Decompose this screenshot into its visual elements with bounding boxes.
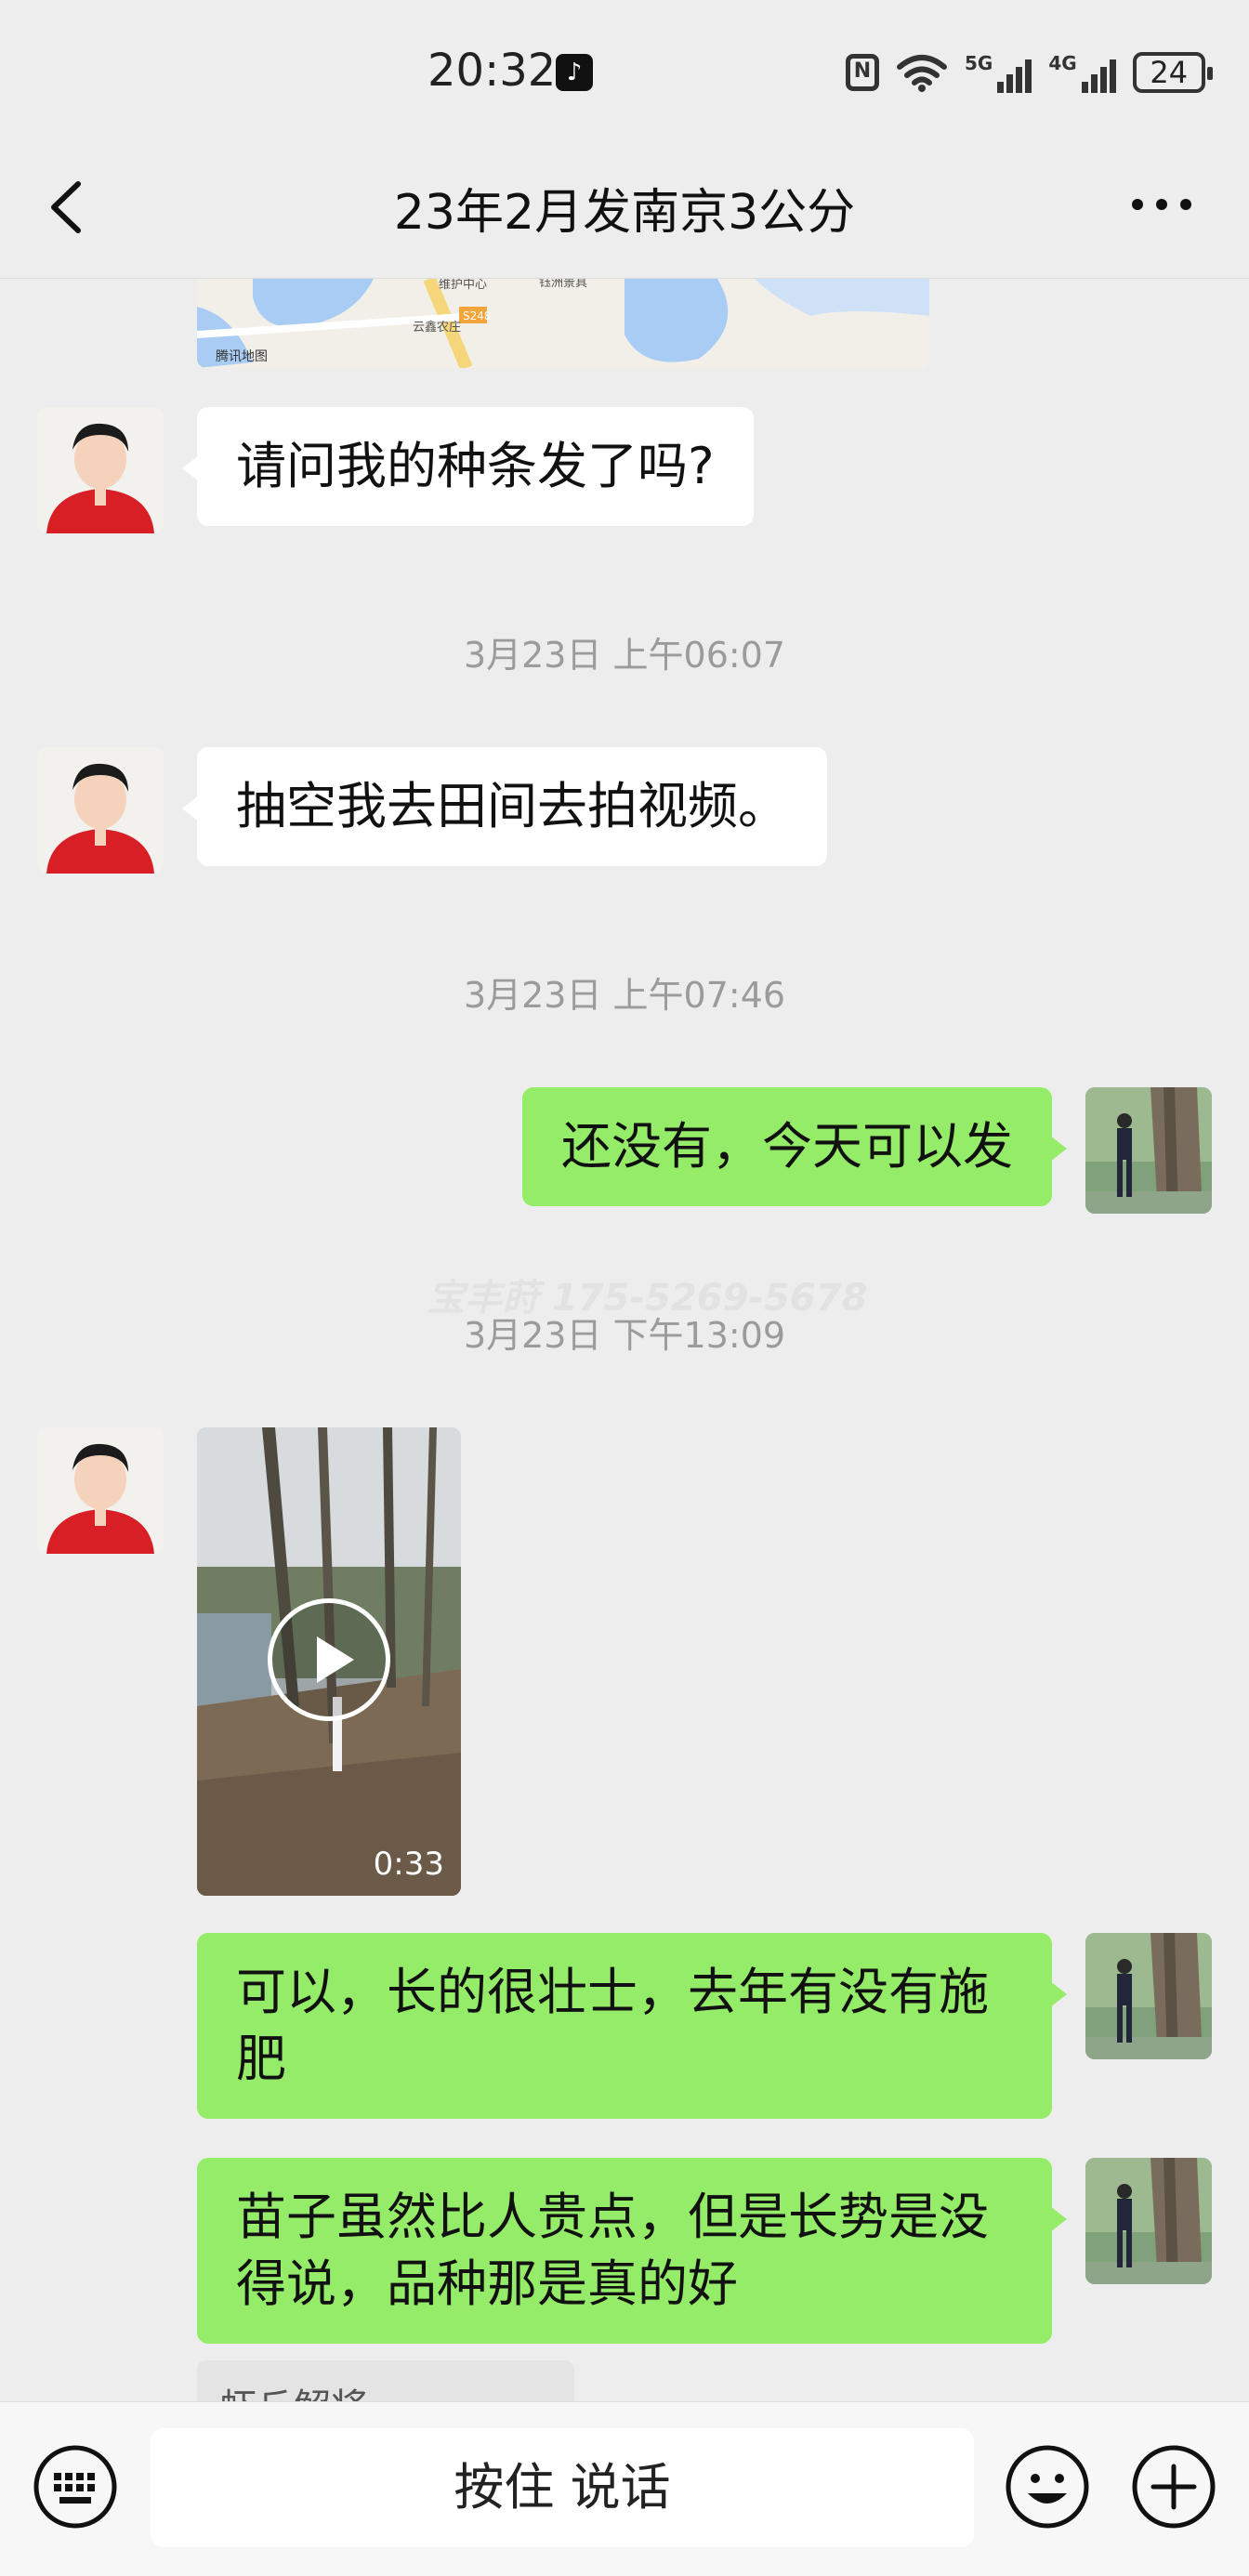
- avatar-contact[interactable]: [37, 1427, 164, 1554]
- avatar-self[interactable]: [1085, 1933, 1212, 2059]
- map-label-center: 维护中心: [439, 279, 487, 292]
- play-icon[interactable]: [268, 1598, 390, 1721]
- timestamp: 3月23日 下午13:09: [463, 1315, 786, 1356]
- status-bar: 20:32 ♪ N 5G 4G 24: [0, 0, 1249, 139]
- emoji-icon[interactable]: [1004, 2443, 1091, 2530]
- wifi-icon: [897, 55, 947, 92]
- avatar-contact[interactable]: [37, 407, 164, 533]
- map-label-scenic: 钰洲景具: [539, 279, 587, 290]
- message-bubble-outgoing[interactable]: 苗子虽然比人贵点，但是长势是没得说，品种那是真的好: [197, 2158, 1067, 2344]
- system-icons: N 5G 4G 24: [846, 52, 1213, 93]
- map-credit: 腾讯地图: [216, 348, 268, 364]
- video-duration: 0:33: [373, 1846, 444, 1883]
- keyboard-icon[interactable]: [32, 2443, 119, 2530]
- avatar-self[interactable]: [1085, 1087, 1212, 1214]
- map-road-label: S248: [463, 309, 492, 322]
- battery-icon: 24: [1132, 52, 1213, 93]
- timestamp: 3月23日 上午07:46: [463, 975, 786, 1016]
- message-bubble-incoming[interactable]: 抽空我去田间去拍视频。: [182, 747, 827, 866]
- message-bubble-incoming[interactable]: 请问我的种条发了吗?: [182, 407, 754, 526]
- plus-icon[interactable]: [1130, 2443, 1217, 2530]
- input-bar: 按住 说话: [0, 2401, 1249, 2576]
- status-time: 20:32: [427, 45, 557, 97]
- message-bubble-outgoing[interactable]: 还没有，今天可以发: [522, 1087, 1067, 1206]
- tiktok-icon: ♪: [556, 54, 593, 91]
- video-message[interactable]: 0:33: [197, 1427, 461, 1896]
- avatar-self[interactable]: [1085, 2158, 1212, 2284]
- chat-header: 23年2月发南京3公分: [0, 139, 1249, 279]
- nfc-icon: N: [846, 54, 879, 91]
- signal-4g-icon: 4G: [1048, 52, 1116, 93]
- hold-to-talk-button[interactable]: 按住 说话: [151, 2428, 974, 2547]
- signal-5g-icon: 5G: [965, 52, 1032, 93]
- timestamp: 3月23日 上午06:07: [463, 635, 786, 676]
- avatar-contact[interactable]: [37, 747, 164, 874]
- message-bubble-outgoing[interactable]: 可以，长的很壮士，去年有没有施肥: [197, 1933, 1067, 2119]
- location-map-card[interactable]: S248 维护中心 钰洲景具 云鑫农庄 腾讯地图: [197, 279, 929, 368]
- chat-title: 23年2月发南京3公分: [393, 185, 856, 241]
- map-label-farm: 云鑫农庄: [413, 320, 461, 335]
- message-list[interactable]: S248 维护中心 钰洲景具 云鑫农庄 腾讯地图 请问我的种条发了吗? 3月23…: [0, 279, 1249, 2405]
- map-thumbnail: S248 维护中心 钰洲景具 云鑫农庄 腾讯地图: [197, 279, 929, 368]
- more-dots-icon[interactable]: [1124, 177, 1199, 232]
- shared-card-partial[interactable]: 虾丘解将: [197, 2360, 574, 2405]
